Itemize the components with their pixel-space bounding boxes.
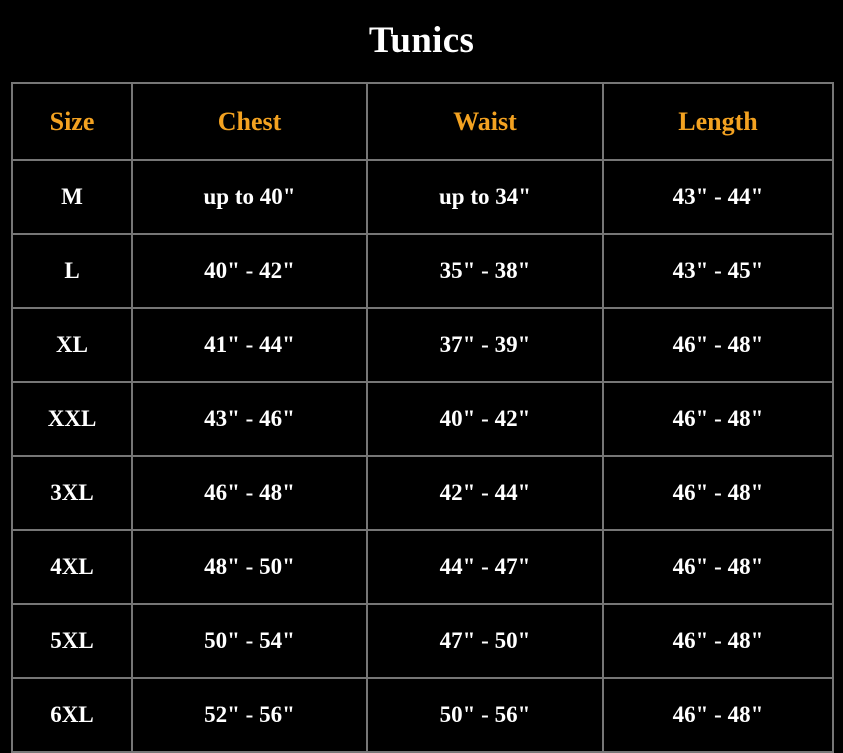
cell-size: XL — [11, 307, 133, 383]
table-row: XXL 43" - 46" 40" - 42" 46" - 48" — [11, 381, 834, 457]
table-row: L 40" - 42" 35" - 38" 43" - 45" — [11, 233, 834, 309]
size-chart-table: Size Chest Waist Length M up to 40" up t… — [11, 82, 834, 753]
table-row: 3XL 46" - 48" 42" - 44" 46" - 48" — [11, 455, 834, 531]
cell-chest: 46" - 48" — [131, 455, 368, 531]
cell-size: L — [11, 233, 133, 309]
cell-waist: 35" - 38" — [366, 233, 604, 309]
cell-length: 46" - 48" — [602, 307, 834, 383]
cell-chest: 40" - 42" — [131, 233, 368, 309]
cell-length: 46" - 48" — [602, 381, 834, 457]
cell-waist: 50" - 56" — [366, 677, 604, 753]
cell-size: 3XL — [11, 455, 133, 531]
column-header-chest: Chest — [131, 82, 368, 161]
cell-waist: 47" - 50" — [366, 603, 604, 679]
cell-waist: up to 34" — [366, 159, 604, 235]
cell-length: 43" - 44" — [602, 159, 834, 235]
table-row: XL 41" - 44" 37" - 39" 46" - 48" — [11, 307, 834, 383]
cell-size: 4XL — [11, 529, 133, 605]
table-header: Size Chest Waist Length — [11, 82, 834, 161]
table-body: M up to 40" up to 34" 43" - 44" L 40" - … — [11, 159, 834, 753]
cell-length: 43" - 45" — [602, 233, 834, 309]
size-chart-table-container: Size Chest Waist Length M up to 40" up t… — [11, 82, 834, 753]
cell-length: 46" - 48" — [602, 455, 834, 531]
table-row: 6XL 52" - 56" 50" - 56" 46" - 48" — [11, 677, 834, 753]
cell-chest: 48" - 50" — [131, 529, 368, 605]
cell-size: 6XL — [11, 677, 133, 753]
cell-chest: 50" - 54" — [131, 603, 368, 679]
cell-length: 46" - 48" — [602, 603, 834, 679]
column-header-size: Size — [11, 82, 133, 161]
cell-waist: 44" - 47" — [366, 529, 604, 605]
column-header-waist: Waist — [366, 82, 604, 161]
cell-chest: 41" - 44" — [131, 307, 368, 383]
cell-chest: up to 40" — [131, 159, 368, 235]
cell-size: M — [11, 159, 133, 235]
cell-length: 46" - 48" — [602, 677, 834, 753]
table-header-row: Size Chest Waist Length — [11, 82, 834, 161]
size-chart-page: Tunics Size Chest Waist Length M up to 4… — [0, 0, 843, 753]
table-row: 4XL 48" - 50" 44" - 47" 46" - 48" — [11, 529, 834, 605]
cell-size: 5XL — [11, 603, 133, 679]
column-header-length: Length — [602, 82, 834, 161]
cell-waist: 42" - 44" — [366, 455, 604, 531]
cell-waist: 40" - 42" — [366, 381, 604, 457]
cell-chest: 43" - 46" — [131, 381, 368, 457]
table-row: M up to 40" up to 34" 43" - 44" — [11, 159, 834, 235]
table-row: 5XL 50" - 54" 47" - 50" 46" - 48" — [11, 603, 834, 679]
page-title: Tunics — [368, 20, 475, 61]
cell-chest: 52" - 56" — [131, 677, 368, 753]
cell-size: XXL — [11, 381, 133, 457]
cell-waist: 37" - 39" — [366, 307, 604, 383]
cell-length: 46" - 48" — [602, 529, 834, 605]
